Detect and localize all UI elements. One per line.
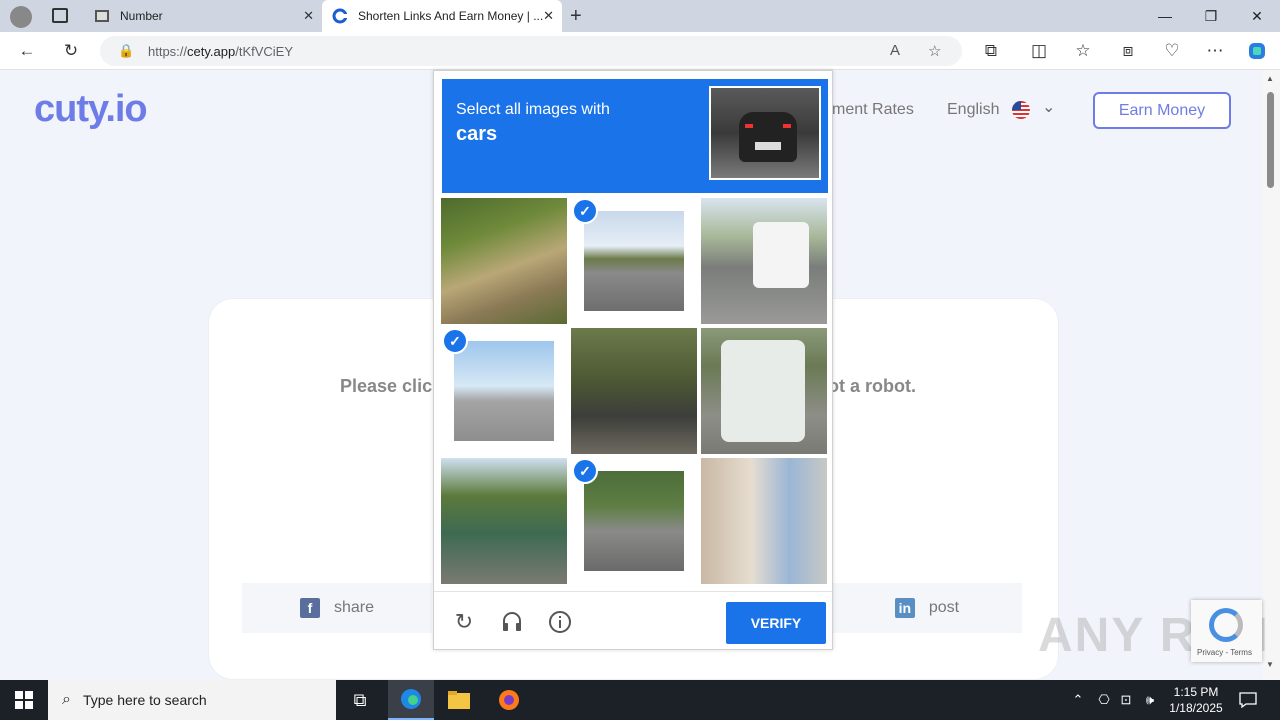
- captcha-tile-1[interactable]: [441, 198, 567, 324]
- selected-check-icon: ✓: [572, 458, 598, 484]
- browser-essentials-icon[interactable]: ♡: [1157, 36, 1187, 66]
- share-facebook-label: share: [333, 599, 375, 616]
- tab-title: Shorten Links And Earn Money | ...: [358, 9, 544, 23]
- selected-check-icon: ✓: [442, 328, 468, 354]
- favorites-icon[interactable]: ☆: [1068, 36, 1098, 66]
- language-selector[interactable]: English: [947, 101, 999, 119]
- firefox-icon[interactable]: [486, 680, 532, 720]
- copilot-icon[interactable]: [1242, 36, 1272, 66]
- captcha-tile-9[interactable]: [701, 458, 827, 584]
- tab-favicon-icon: [332, 8, 348, 24]
- captcha-header: Select all images with cars: [442, 79, 828, 193]
- close-window-button[interactable]: ✕: [1234, 0, 1280, 32]
- split-screen-icon[interactable]: ◫: [1024, 36, 1054, 66]
- tab-favicon-icon: [94, 8, 110, 24]
- volume-icon[interactable]: 🕪: [1140, 680, 1160, 720]
- lock-icon: 🔒: [118, 43, 135, 58]
- share-linkedin-button[interactable]: in post: [832, 583, 1022, 633]
- earn-money-button[interactable]: Earn Money: [1093, 92, 1231, 129]
- favorite-star-icon[interactable]: ☆: [928, 42, 941, 60]
- clock-date: 1/18/2025: [1169, 701, 1223, 715]
- card-text-right: ot a robot.: [828, 376, 916, 396]
- file-explorer-icon[interactable]: [436, 680, 482, 720]
- captcha-sample-image: [709, 86, 821, 180]
- reload-icon[interactable]: ↻: [450, 608, 478, 636]
- edge-taskbar-icon[interactable]: [388, 680, 434, 720]
- tab-close-icon[interactable]: ✕: [543, 8, 554, 24]
- captcha-footer: ↻ VERIFY: [434, 591, 832, 649]
- clock-time: 1:15 PM: [1173, 685, 1219, 699]
- profile-avatar[interactable]: [10, 6, 32, 28]
- share-facebook-button[interactable]: f share: [242, 583, 432, 633]
- site-logo[interactable]: cuty.io: [34, 88, 148, 131]
- linkedin-icon: in: [894, 598, 915, 618]
- captcha-tile-3[interactable]: [701, 198, 827, 324]
- tab-close-icon[interactable]: ✕: [303, 8, 314, 24]
- url-text: https://cety.app/tKfVCiEY: [148, 44, 294, 59]
- captcha-target: cars: [456, 123, 498, 145]
- captcha-instruction: Select all images with: [456, 101, 610, 118]
- tab-strip: Number ✕ Shorten Links And Earn Money | …: [0, 0, 1280, 32]
- recaptcha-logo-icon: [1209, 608, 1243, 642]
- windows-start-icon[interactable]: [0, 680, 48, 720]
- chevron-down-icon[interactable]: ⌄: [1042, 97, 1055, 117]
- us-flag-icon: [1012, 101, 1030, 119]
- captcha-tile-5[interactable]: [571, 328, 697, 454]
- card-text-left: Please clic: [340, 376, 433, 396]
- page-scrollbar[interactable]: ▲ ▼: [1262, 70, 1280, 680]
- read-aloud-icon[interactable]: A: [890, 42, 900, 59]
- address-bar[interactable]: 🔒 https://cety.app/tKfVCiEY A ☆: [100, 36, 962, 66]
- captcha-tile-6[interactable]: [701, 328, 827, 454]
- tab-number[interactable]: Number ✕: [84, 0, 322, 32]
- recaptcha-privacy-terms[interactable]: Privacy - Terms: [1197, 648, 1252, 657]
- task-view-icon[interactable]: ⧉: [337, 680, 383, 720]
- more-menu-icon[interactable]: ⋯: [1200, 36, 1230, 66]
- extensions-icon[interactable]: ⧉: [976, 36, 1006, 66]
- tab-shorten-links[interactable]: Shorten Links And Earn Money | ... ✕: [322, 0, 562, 32]
- collections-icon[interactable]: ⧈: [1113, 36, 1143, 66]
- share-linkedin-label: post: [928, 599, 960, 616]
- selected-check-icon: ✓: [572, 198, 598, 224]
- nav-payment-rates[interactable]: ment Rates: [832, 101, 914, 119]
- taskbar-search[interactable]: ⌕ Type here to search: [48, 680, 336, 720]
- refresh-icon[interactable]: ↻: [56, 36, 86, 66]
- network-icon[interactable]: ⊡: [1116, 680, 1136, 720]
- search-icon: ⌕: [62, 691, 71, 708]
- info-icon[interactable]: [546, 608, 574, 636]
- tray-app-icon[interactable]: ⎔: [1094, 680, 1114, 720]
- tab-title: Number: [120, 9, 163, 23]
- taskbar: ⌕ Type here to search ⧉ ⌃ ⎔ ⊡ 🕪 1:15 PM …: [0, 680, 1280, 720]
- scrollbar-thumb[interactable]: [1267, 92, 1274, 188]
- audio-challenge-icon[interactable]: [498, 608, 526, 636]
- captcha-challenge: Select all images with cars ✓ ✓ ✓ ↻ VERI…: [433, 70, 833, 650]
- notification-icon[interactable]: [1236, 680, 1260, 720]
- new-tab-icon[interactable]: +: [570, 5, 582, 28]
- taskbar-search-placeholder: Type here to search: [82, 692, 207, 708]
- captcha-tile-7[interactable]: [441, 458, 567, 584]
- back-icon[interactable]: ←: [12, 36, 42, 66]
- taskbar-clock[interactable]: 1:15 PM 1/18/2025: [1164, 684, 1228, 716]
- tab-actions-icon[interactable]: [52, 8, 68, 23]
- verify-button[interactable]: VERIFY: [726, 602, 826, 644]
- recaptcha-badge[interactable]: Privacy - Terms: [1191, 600, 1262, 662]
- restore-button[interactable]: ❐: [1188, 0, 1234, 32]
- tray-overflow-icon[interactable]: ⌃: [1068, 680, 1088, 720]
- scroll-up-icon[interactable]: ▲: [1266, 74, 1274, 83]
- address-bar-row: ← ↻ 🔒 https://cety.app/tKfVCiEY A ☆ ⧉ ◫ …: [0, 32, 1280, 70]
- minimize-button[interactable]: —: [1142, 0, 1188, 32]
- facebook-icon: f: [299, 598, 320, 618]
